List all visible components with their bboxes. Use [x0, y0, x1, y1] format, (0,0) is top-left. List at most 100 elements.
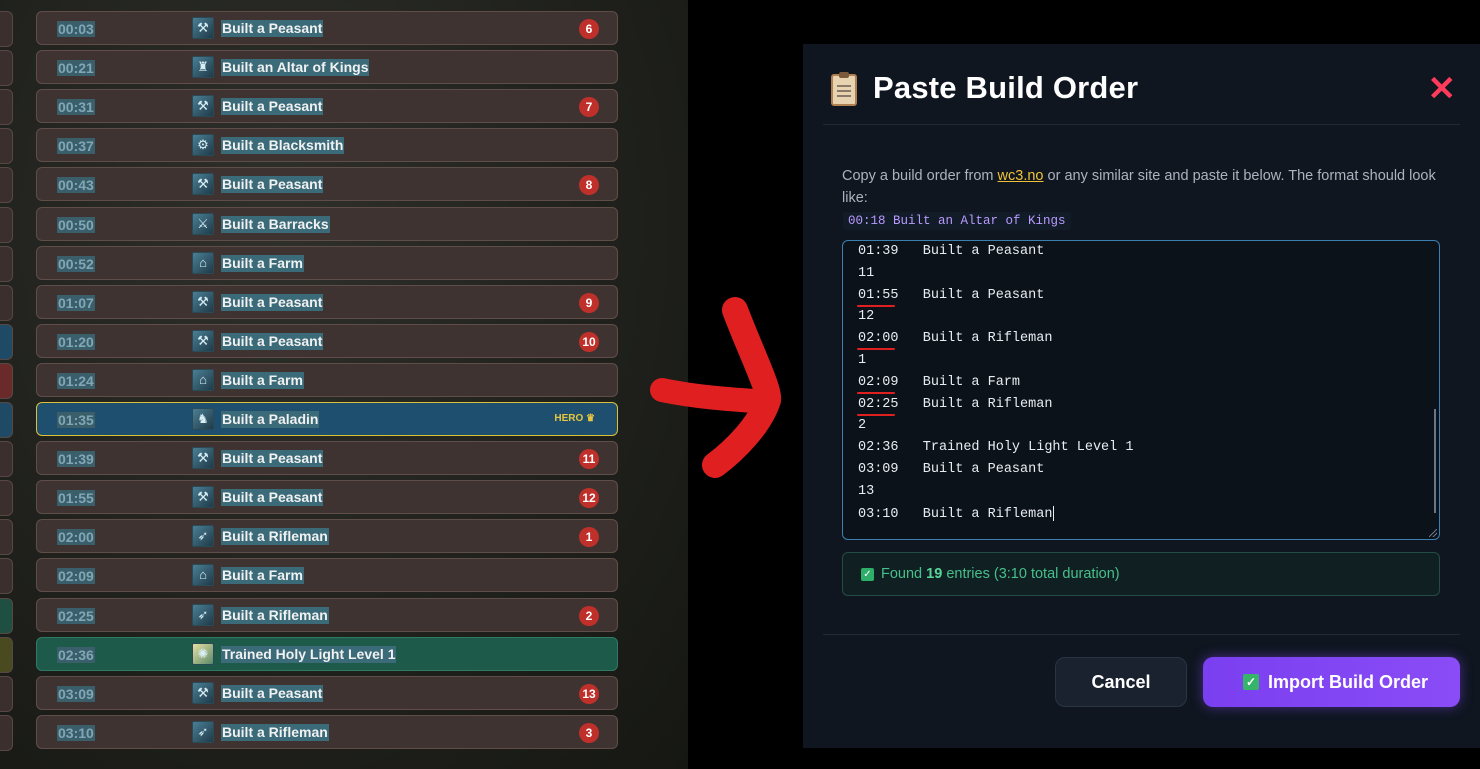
rifleman-icon: ➶: [192, 720, 214, 743]
rifleman-icon: ➶: [192, 603, 214, 626]
row-side-tab: [0, 714, 13, 751]
count-badge: 11: [579, 449, 599, 470]
row-time: 03:09: [57, 685, 95, 702]
count-badge: 9: [579, 292, 599, 313]
import-build-order-button[interactable]: ✓ Import Build Order: [1203, 657, 1460, 707]
build-order-row[interactable]: 01:24 ⌂ Built a Farm: [36, 362, 618, 397]
annotation-arrow: [650, 297, 782, 478]
row-side-tab: [0, 89, 13, 126]
build-order-row[interactable]: 00:43 ⚒ Built a Peasant 8: [36, 167, 618, 202]
blacksmith-icon: ⚙: [192, 134, 214, 157]
row-label: Built a Rifleman: [221, 606, 329, 624]
peasant-icon: ⚒: [192, 95, 214, 118]
row-side-tab: [0, 128, 13, 165]
textarea-line: 03:09 Built a Peasant: [858, 462, 1045, 477]
textarea-line: 12: [858, 309, 875, 325]
row-label: Built a Peasant: [221, 176, 324, 194]
build-order-row[interactable]: 02:09 ⌂ Built a Farm: [36, 558, 618, 593]
modal-title: Paste Build Order: [873, 70, 1139, 105]
row-label: Built a Rifleman: [221, 528, 329, 546]
row-side-tab: [0, 402, 13, 438]
modal-header: Paste Build Order ✕: [823, 66, 1460, 125]
build-order-row[interactable]: 00:52 ⌂ Built a Farm: [36, 245, 618, 280]
build-order-row[interactable]: 00:31 ⚒ Built a Peasant 7: [36, 89, 618, 124]
row-side-tab: [0, 597, 13, 634]
farm-icon: ⌂: [192, 251, 214, 274]
build-order-row[interactable]: 01:07 ⚒ Built a Peasant 9: [36, 284, 618, 319]
row-time: 00:37: [57, 138, 95, 155]
build-order-row[interactable]: 00:21 ♜ Built an Altar of Kings: [36, 50, 618, 85]
count-badge: 1: [579, 527, 599, 548]
row-side-tab: [0, 441, 13, 478]
count-badge: 12: [579, 488, 599, 509]
farm-icon: ⌂: [192, 564, 214, 587]
count-badge: 7: [579, 97, 599, 118]
found-prefix: Found: [881, 566, 927, 582]
row-time: 01:24: [57, 372, 95, 389]
build-order-row[interactable]: 01:35 ♞ Built a Paladin HERO ♛: [36, 402, 618, 436]
row-time: 01:39: [57, 451, 95, 468]
found-entries-status: ✓ Found 19 entries (3:10 total duration): [842, 552, 1440, 596]
row-label: Trained Holy Light Level 1: [221, 645, 397, 663]
row-label: Built a Peasant: [221, 489, 324, 507]
close-icon[interactable]: ✕: [1428, 72, 1457, 106]
row-label: Built an Altar of Kings: [221, 59, 370, 77]
cancel-button[interactable]: Cancel: [1055, 657, 1187, 707]
textarea-line: 03:10 Built a Rifleman: [858, 505, 1055, 522]
annotation-underline: [857, 304, 895, 307]
peasant-icon: ⚒: [192, 329, 214, 352]
row-label: Built a Farm: [221, 254, 304, 272]
row-label: Built a Barracks: [221, 215, 330, 233]
row-label: Built a Peasant: [221, 450, 324, 468]
build-order-row[interactable]: 00:03 ⚒ Built a Peasant 6: [36, 11, 618, 45]
format-example: 00:18 Built an Altar of Kings: [843, 212, 1071, 230]
build-order-row[interactable]: 02:36 ✺ Trained Holy Light Level 1: [36, 636, 618, 671]
clipboard-icon: [831, 72, 857, 106]
row-side-tab: [0, 675, 13, 712]
build-order-list-panel: 00:03 ⚒ Built a Peasant 6 00:21 ♜ Built an Alt…: [0, 0, 688, 769]
textarea-line: 01:55 Built a Peasant: [858, 287, 1045, 303]
found-suffix: entries (3:10 total duration): [942, 566, 1120, 582]
row-time: 00:03: [57, 21, 95, 37]
row-label: Built a Peasant: [221, 684, 324, 702]
resize-handle-icon[interactable]: [1429, 529, 1437, 537]
build-order-row[interactable]: 03:10 ➶ Built a Rifleman 3: [36, 714, 618, 749]
row-side-tab: [0, 50, 13, 87]
paladin-icon: ♞: [192, 408, 214, 430]
build-order-row[interactable]: 01:20 ⚒ Built a Peasant 10: [36, 323, 618, 358]
row-time: 00:43: [57, 177, 95, 194]
row-label: Built a Peasant: [221, 332, 324, 350]
count-badge: 6: [579, 19, 599, 39]
row-time: 00:31: [57, 99, 95, 116]
row-time: 00:21: [57, 60, 95, 77]
build-order-row[interactable]: 02:25 ➶ Built a Rifleman 2: [36, 597, 618, 632]
count-badge: 3: [579, 722, 599, 743]
row-side-tab: [0, 362, 13, 399]
textarea-scrollbar[interactable]: [1434, 409, 1436, 513]
row-label: Built a Rifleman: [221, 723, 329, 741]
build-order-row[interactable]: 01:39 ⚒ Built a Peasant 11: [36, 441, 618, 476]
build-order-row[interactable]: 00:50 ⚔ Built a Barracks: [36, 206, 618, 241]
row-label: Built a Farm: [221, 371, 304, 389]
row-side-tab: [0, 167, 13, 204]
build-order-textarea[interactable]: 01:39 Built a Peasant 11 01:55 Built a Pea…: [842, 240, 1440, 540]
row-time: 01:55: [57, 490, 95, 507]
build-order-row[interactable]: 03:09 ⚒ Built a Peasant 13: [36, 675, 618, 710]
peasant-icon: ⚒: [192, 681, 214, 704]
textarea-line: 2: [858, 418, 867, 434]
check-icon: ✓: [861, 568, 874, 581]
wc3-link[interactable]: wc3.no: [998, 168, 1044, 184]
annotation-underline: [857, 413, 895, 416]
annotation-underline: [857, 348, 895, 351]
row-label: Built a Peasant: [221, 98, 324, 116]
build-order-row[interactable]: 01:55 ⚒ Built a Peasant 12: [36, 480, 618, 515]
count-badge: 8: [579, 175, 599, 196]
row-time: 01:20: [57, 333, 95, 350]
build-order-row[interactable]: 00:37 ⚙ Built a Blacksmith: [36, 128, 618, 163]
found-count: 19: [926, 566, 943, 582]
build-order-row[interactable]: 02:00 ➶ Built a Rifleman 1: [36, 519, 618, 554]
row-side-tab: [0, 323, 13, 360]
rifleman-icon: ➶: [192, 525, 214, 548]
row-time: 02:00: [57, 529, 95, 546]
row-label: Built a Paladin: [221, 411, 320, 428]
